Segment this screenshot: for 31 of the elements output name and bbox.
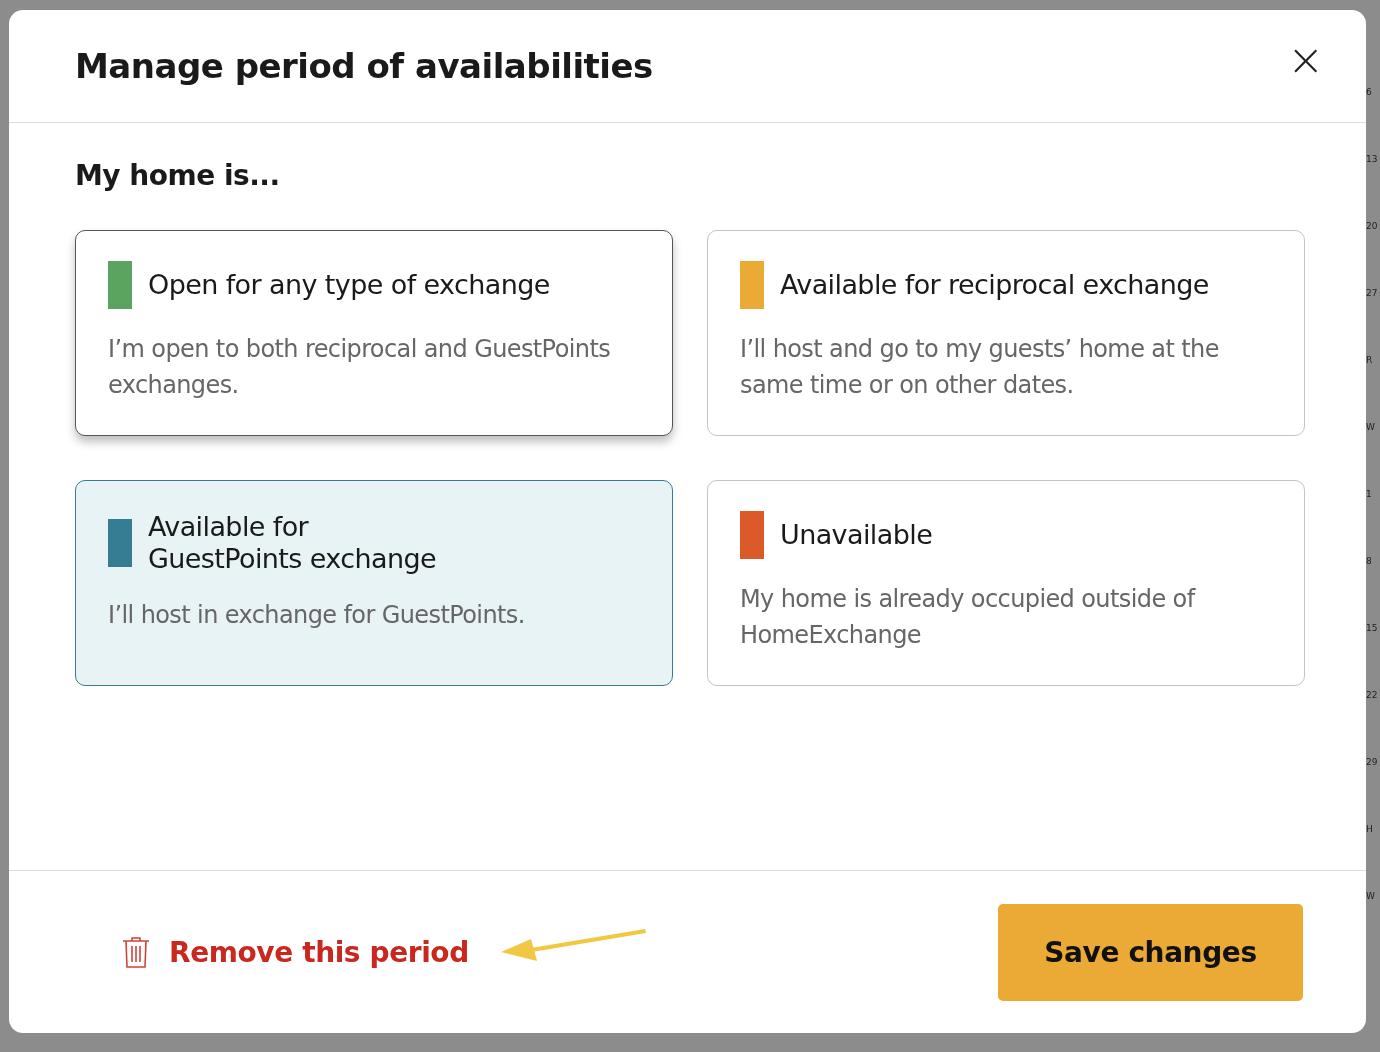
option-card[interactable]: Unavailable My home is already occupied outside of HomeExchange [707,480,1305,686]
background-text: 20 [1366,220,1379,233]
background-text: 6 [1366,86,1373,99]
background-text: 13 [1366,153,1379,166]
background-text: 15 [1366,622,1379,635]
background-text: R [1366,354,1374,367]
save-button[interactable]: Save changes [998,903,1303,1001]
remove-period-link[interactable]: Remove this period [169,935,469,969]
option-card[interactable]: Open for any type of exchange I’m open to both reciprocal and GuestPoints exchanges. [75,230,673,436]
background-text: 22 [1366,689,1379,702]
background-text: 1 [1366,488,1373,501]
background-text: 27 [1366,287,1379,300]
option-description: I’ll host and go to my guests’ home at the same time or on other dates. [740,334,1220,401]
trash-icon [121,936,151,968]
background-text: W [1366,890,1376,903]
option-description: I’m open to both reciprocal and GuestPoints exchanges. [108,334,612,401]
option-title: Open for any type of exchange [148,269,550,301]
background-text: W [1366,421,1376,434]
option-card[interactable]: Available for reciprocal exchange I’ll host and go to my guests’ home at the same time or on other dates. [707,230,1305,436]
section-title: My home is... [75,159,281,192]
dialog-title: Manage period of availabilities [75,46,653,86]
background-text: H [1366,823,1374,836]
option-description: I’ll host in exchange for GuestPoints. [108,600,526,631]
option-description: My home is already occupied outside of HomeExchange [740,584,1197,651]
option-title: Available for reciprocal exchange [780,269,1209,301]
option-title: Available for GuestPoints exchange [148,511,436,575]
option-title: Unavailable [780,519,933,551]
background-text: 8 [1366,555,1373,568]
option-card[interactable]: Available for GuestPoints exchange I’ll host in exchange for GuestPoints. [75,480,673,686]
background-text: 29 [1366,756,1379,769]
close-button[interactable]: × [1283,38,1328,82]
